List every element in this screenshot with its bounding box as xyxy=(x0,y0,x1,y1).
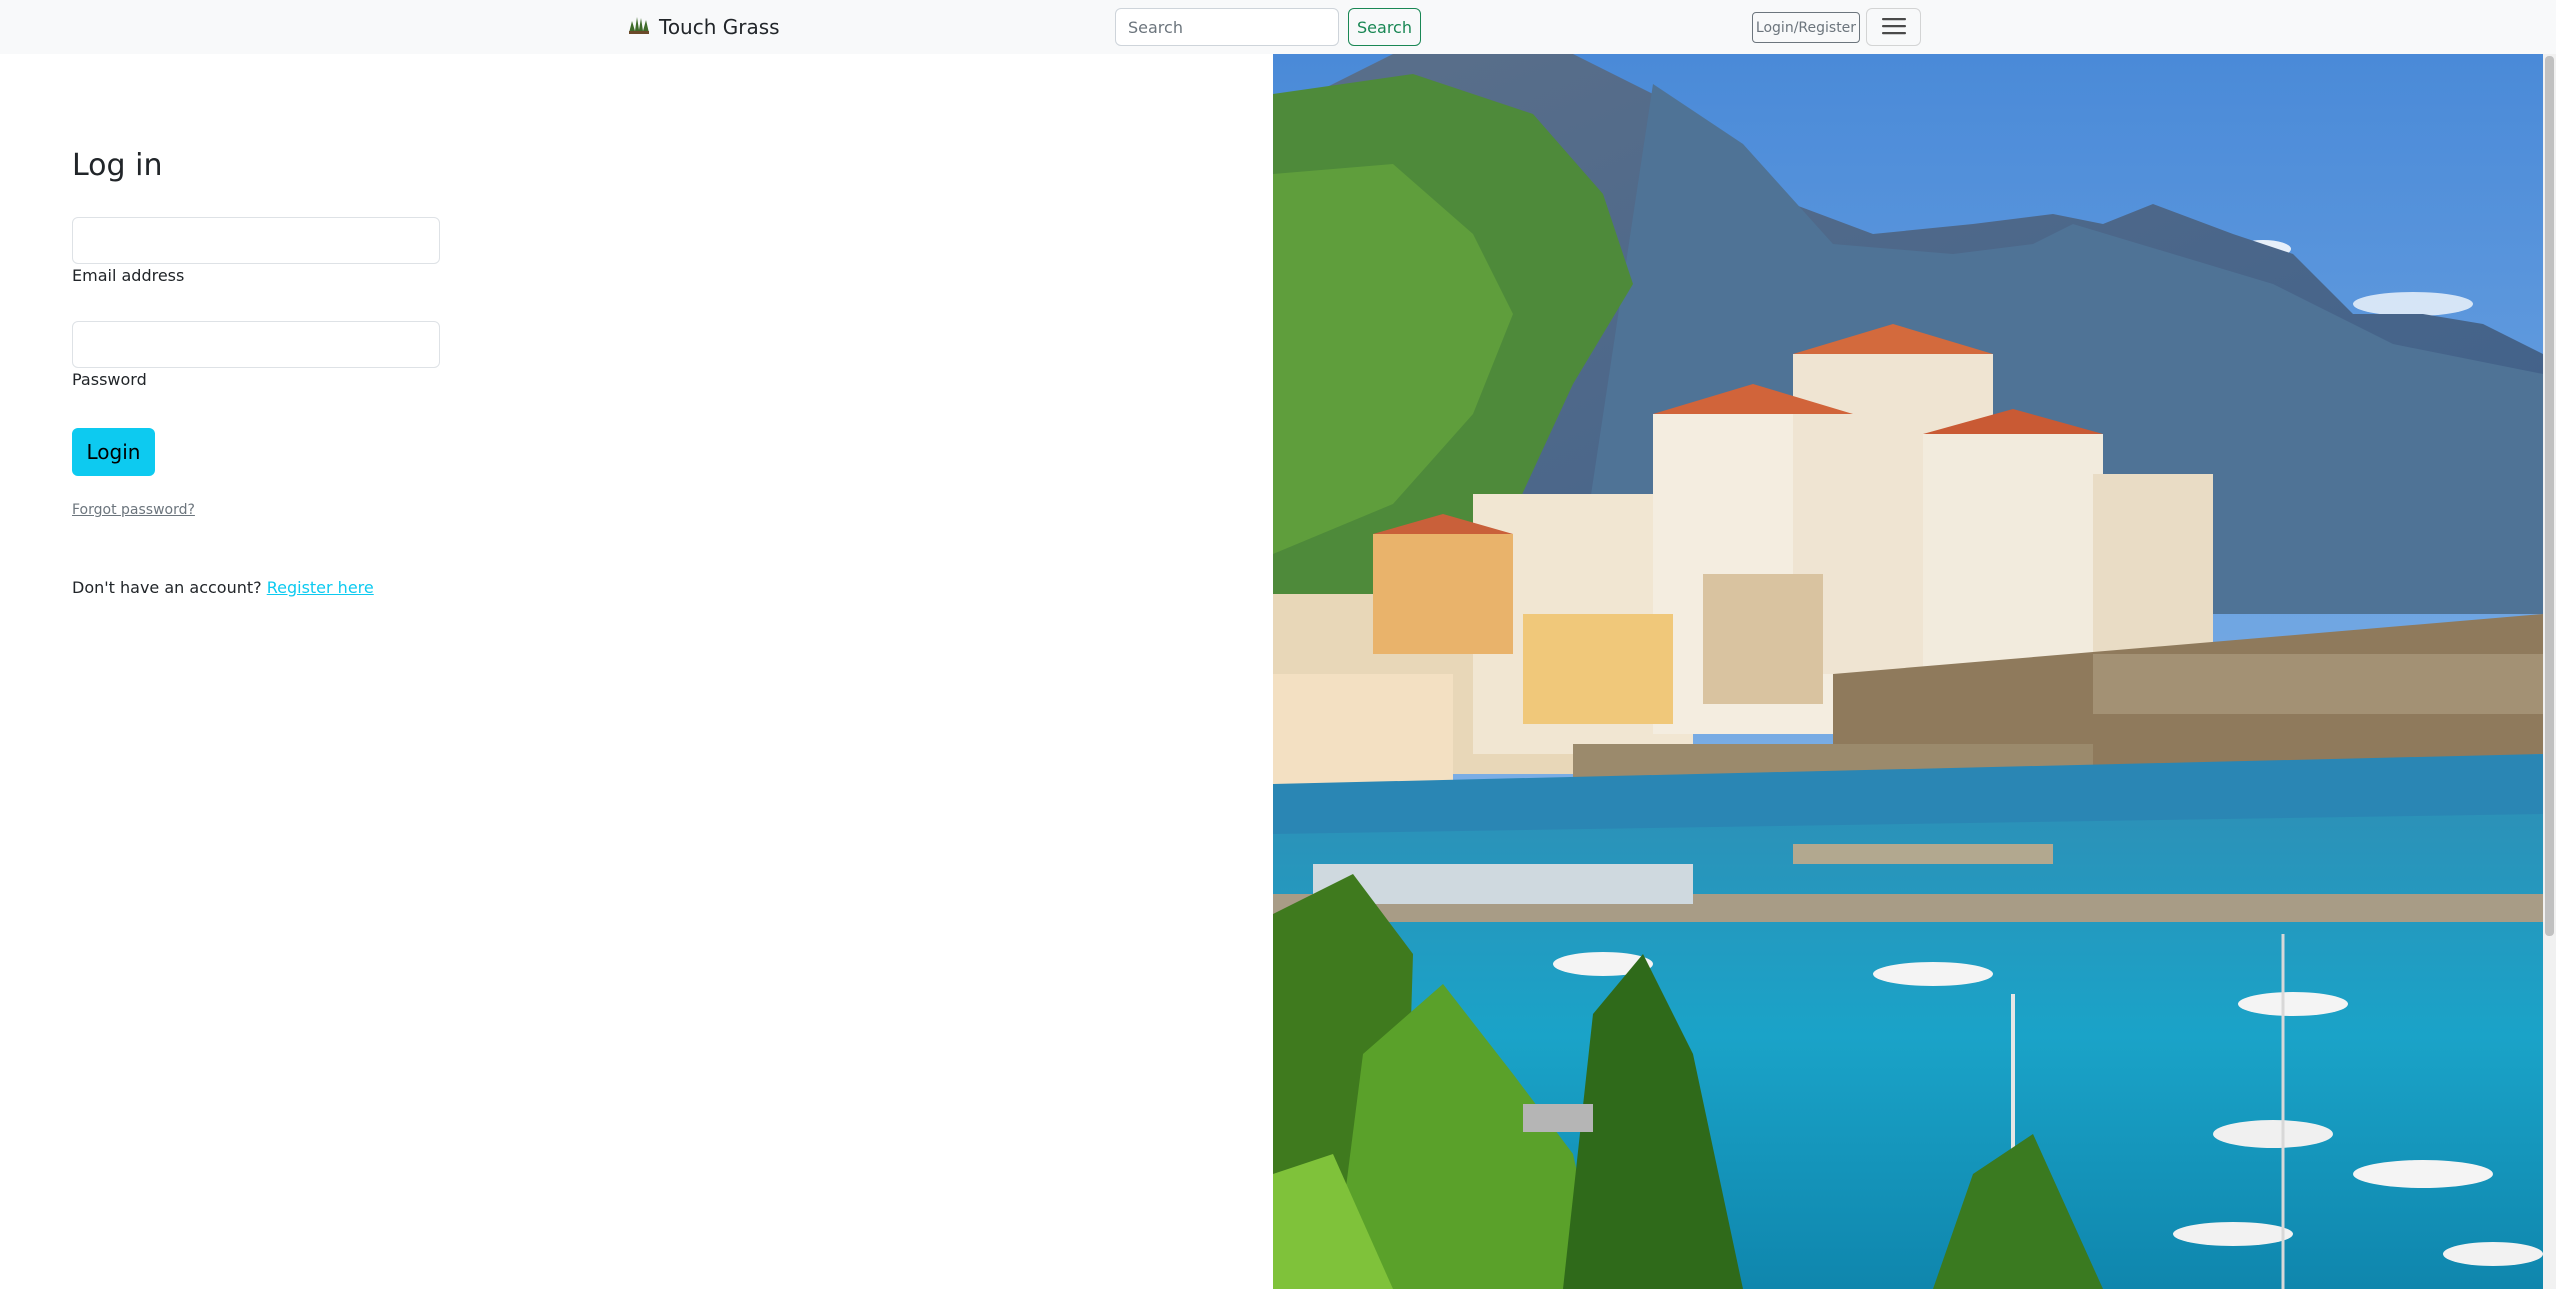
register-prompt: Don't have an account? Register here xyxy=(72,578,374,597)
page-title: Log in xyxy=(72,148,163,183)
grass-icon xyxy=(627,15,651,39)
coastal-town-photo xyxy=(1273,54,2543,1289)
login-register-button[interactable]: Login/Register xyxy=(1752,12,1860,43)
brand-text: Touch Grass xyxy=(659,15,780,39)
register-prompt-text: Don't have an account? xyxy=(72,578,262,597)
search-button[interactable]: Search xyxy=(1348,8,1421,46)
password-label: Password xyxy=(72,370,147,389)
login-button[interactable]: Login xyxy=(72,428,155,476)
hamburger-menu-icon xyxy=(1880,15,1908,40)
scrollbar-thumb[interactable] xyxy=(2545,56,2554,936)
email-field[interactable] xyxy=(72,217,440,264)
search-input[interactable] xyxy=(1115,8,1339,46)
register-link[interactable]: Register here xyxy=(267,578,374,597)
forgot-password-link[interactable]: Forgot password? xyxy=(72,502,195,518)
brand[interactable]: Touch Grass xyxy=(627,13,780,41)
menu-toggle-button[interactable] xyxy=(1866,8,1921,46)
login-form: Log in Email address Password Login Forg… xyxy=(72,54,1172,1289)
navbar: Touch Grass Search Login/Register xyxy=(0,0,2556,54)
password-field[interactable] xyxy=(72,321,440,368)
email-label: Email address xyxy=(72,266,185,285)
